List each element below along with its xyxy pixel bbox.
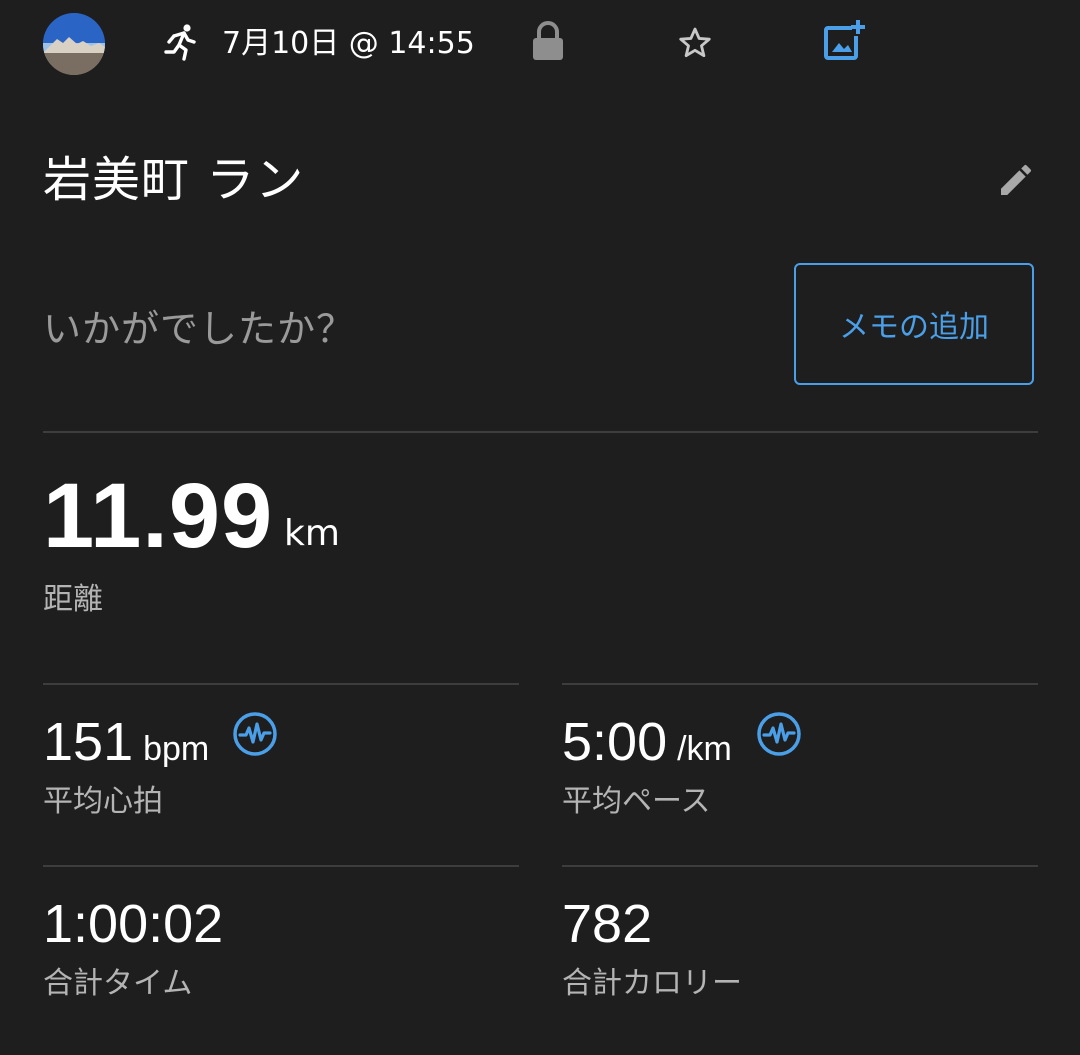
lock-icon[interactable] [530, 20, 566, 62]
divider [43, 431, 1038, 433]
divider [562, 865, 1038, 867]
add-memo-button[interactable]: メモの追加 [794, 263, 1034, 385]
distance-unit: km [284, 513, 340, 554]
divider [562, 683, 1038, 685]
distance-value: 11.99 [43, 465, 274, 567]
feedback-question: いかがでしたか？ [43, 307, 356, 351]
activity-title: 岩美町 ラン [43, 152, 305, 208]
total-calories-value: 782 [562, 894, 653, 954]
star-outline-icon[interactable] [676, 24, 714, 62]
avg-pace-value: 5:00 [562, 712, 668, 772]
total-calories-label: 合計カロリー [562, 966, 742, 1001]
activity-date: 7月10日 @ 14:55 [222, 26, 475, 61]
heart-rate-wave-icon[interactable] [756, 711, 802, 757]
avg-hr-value: 151 [43, 712, 134, 772]
avg-pace-unit: /km [677, 730, 732, 768]
avg-pace-stat: 5:00/km [562, 711, 732, 780]
avatar[interactable] [43, 13, 105, 75]
total-time-label: 合計タイム [43, 966, 193, 1001]
avg-pace-label: 平均ペース [562, 784, 711, 819]
divider [43, 683, 519, 685]
pencil-icon[interactable] [996, 160, 1036, 200]
running-icon [160, 22, 200, 62]
avg-hr-stat: 151 bpm [43, 711, 209, 780]
avg-hr-label: 平均心拍 [43, 784, 163, 819]
avg-hr-unit: bpm [143, 730, 210, 768]
divider [43, 865, 519, 867]
heart-rate-wave-icon[interactable] [232, 711, 278, 757]
total-time-value: 1:00:02 [43, 894, 224, 954]
distance-label: 距離 [43, 582, 103, 617]
add-photo-icon[interactable] [822, 18, 866, 62]
